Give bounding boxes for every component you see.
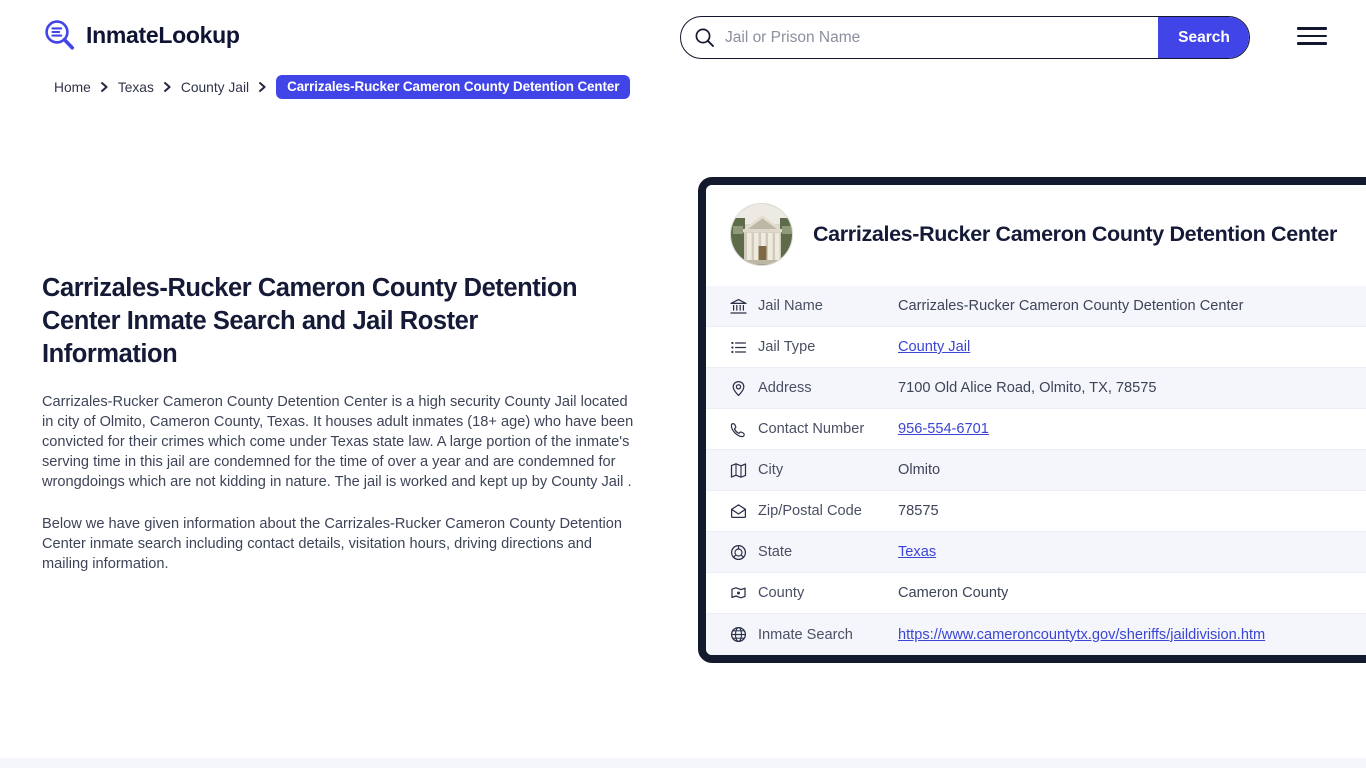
breadcrumb: Home Texas County Jail Carrizales-Rucker… bbox=[54, 76, 630, 98]
intro-paragraph-2: Below we have given information about th… bbox=[42, 514, 638, 574]
breadcrumb-item-county-jail[interactable]: County Jail bbox=[181, 80, 249, 95]
row-value-jail-name: Carrizales-Rucker Cameron County Detenti… bbox=[898, 298, 1244, 314]
row-label-county: County bbox=[758, 585, 898, 601]
row-label-jail-name: Jail Name bbox=[758, 298, 898, 314]
courthouse-building-photo bbox=[730, 203, 793, 266]
jail-info-table: Jail Name Carrizales-Rucker Cameron Coun… bbox=[706, 286, 1366, 655]
globe-circle-icon bbox=[730, 544, 758, 561]
map-pin-icon bbox=[730, 380, 758, 397]
row-label-address: Address bbox=[758, 380, 898, 396]
jail-info-card-title: Carrizales-Rucker Cameron County Detenti… bbox=[813, 222, 1337, 247]
row-value-state[interactable]: Texas bbox=[898, 544, 936, 560]
hamburger-bar bbox=[1297, 27, 1327, 30]
row-value-address: 7100 Old Alice Road, Olmito, TX, 78575 bbox=[898, 380, 1157, 396]
table-row: State Texas bbox=[706, 532, 1366, 573]
envelope-icon bbox=[730, 503, 758, 520]
page-title: Carrizales-Rucker Cameron County Detenti… bbox=[42, 272, 602, 371]
search-icon bbox=[681, 27, 721, 48]
breadcrumb-item-current: Carrizales-Rucker Cameron County Detenti… bbox=[276, 75, 630, 99]
table-row: City Olmito bbox=[706, 450, 1366, 491]
row-value-county: Cameron County bbox=[898, 585, 1008, 601]
bank-icon bbox=[730, 298, 758, 315]
search-input[interactable] bbox=[721, 17, 1158, 58]
row-value-inmate-search[interactable]: https://www.cameroncountytx.gov/sheriffs… bbox=[898, 627, 1265, 643]
map-icon bbox=[730, 462, 758, 479]
chevron-right-icon bbox=[163, 81, 172, 93]
breadcrumb-item-texas[interactable]: Texas bbox=[118, 80, 154, 95]
hamburger-bar bbox=[1297, 42, 1327, 45]
table-row: Jail Type County Jail bbox=[706, 327, 1366, 368]
globe-icon bbox=[730, 626, 758, 643]
footer-band bbox=[0, 758, 1366, 768]
phone-icon bbox=[730, 421, 758, 438]
flag-map-icon bbox=[730, 585, 758, 602]
brand-name: InmateLookup bbox=[86, 24, 240, 47]
intro-paragraph-1: Carrizales-Rucker Cameron County Detenti… bbox=[42, 392, 638, 492]
jail-info-card: Carrizales-Rucker Cameron County Detenti… bbox=[698, 177, 1366, 663]
chevron-right-icon bbox=[258, 81, 267, 93]
row-value-city: Olmito bbox=[898, 462, 940, 478]
breadcrumb-item-home[interactable]: Home bbox=[54, 80, 91, 95]
magnifier-list-icon bbox=[42, 18, 76, 52]
row-label-inmate-search: Inmate Search bbox=[758, 627, 898, 643]
row-value-zip-code: 78575 bbox=[898, 503, 939, 519]
row-label-zip-code: Zip/Postal Code bbox=[758, 503, 898, 519]
table-row: Address 7100 Old Alice Road, Olmito, TX,… bbox=[706, 368, 1366, 409]
search-button[interactable]: Search bbox=[1158, 17, 1250, 58]
list-icon bbox=[730, 339, 758, 356]
row-label-state: State bbox=[758, 544, 898, 560]
article-column: Carrizales-Rucker Cameron County Detenti… bbox=[42, 272, 642, 574]
hamburger-menu-icon[interactable] bbox=[1297, 25, 1327, 47]
site-header: InmateLookup Search bbox=[0, 0, 1366, 73]
row-label-contact-number: Contact Number bbox=[758, 421, 898, 437]
page-root: InmateLookup Search Home Texas bbox=[0, 0, 1366, 768]
brand-logo[interactable]: InmateLookup bbox=[42, 18, 240, 52]
hamburger-bar bbox=[1297, 35, 1327, 38]
table-row: Zip/Postal Code 78575 bbox=[706, 491, 1366, 532]
table-row: Inmate Search https://www.cameroncountyt… bbox=[706, 614, 1366, 655]
row-value-jail-type[interactable]: County Jail bbox=[898, 339, 970, 355]
row-label-city: City bbox=[758, 462, 898, 478]
chevron-right-icon bbox=[100, 81, 109, 93]
jail-info-card-header: Carrizales-Rucker Cameron County Detenti… bbox=[706, 185, 1366, 286]
search-bar[interactable]: Search bbox=[680, 16, 1250, 59]
table-row: Jail Name Carrizales-Rucker Cameron Coun… bbox=[706, 286, 1366, 327]
table-row: Contact Number 956-554-6701 bbox=[706, 409, 1366, 450]
table-row: County Cameron County bbox=[706, 573, 1366, 614]
row-value-contact-number[interactable]: 956-554-6701 bbox=[898, 421, 989, 437]
row-label-jail-type: Jail Type bbox=[758, 339, 898, 355]
